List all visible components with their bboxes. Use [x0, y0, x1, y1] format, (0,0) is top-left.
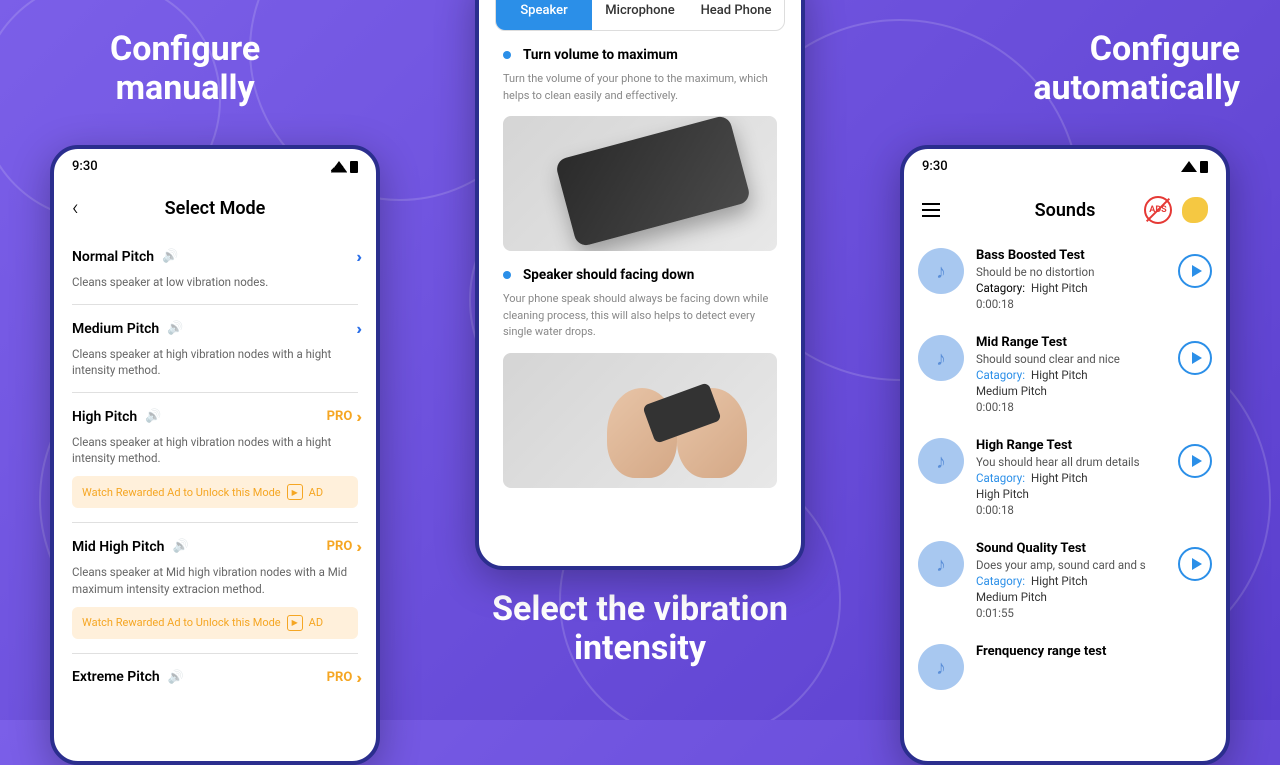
- sound-extra: Medium Pitch: [976, 384, 1166, 398]
- sound-time: 0:00:18: [976, 400, 1166, 414]
- instruction: Speaker should facing down Your phone spe…: [479, 267, 801, 504]
- back-icon[interactable]: ‹: [72, 196, 79, 221]
- status-bar: 9:30: [904, 149, 1226, 184]
- page-title: Sounds: [1035, 200, 1096, 221]
- speaker-icon: 🔊: [162, 249, 178, 264]
- pro-badge: PRO››: [327, 668, 358, 687]
- tab-speaker[interactable]: Speaker: [496, 0, 592, 30]
- sound-time: 0:00:18: [976, 503, 1166, 517]
- sound-item: ♪ High Range Test You should hear all drum…: [918, 426, 1212, 529]
- sound-title: Mid Range Test: [976, 335, 1166, 350]
- tab-head-phone[interactable]: Head Phone: [688, 0, 784, 30]
- sound-category: Catagory:Hight Pitch: [976, 471, 1166, 485]
- speaker-icon: 🔊: [173, 539, 189, 554]
- mode-desc: Cleans speaker at low vibration nodes.: [72, 274, 358, 290]
- music-note-icon: ♪: [918, 438, 964, 484]
- sounds-list: ♪ Bass Boosted Test Should be no distortio…: [904, 236, 1226, 702]
- play-button[interactable]: [1178, 254, 1212, 288]
- mode-item[interactable]: Normal Pitch 🔊 ›› Cleans speaker at low vib…: [72, 233, 358, 305]
- sound-title: Sound Quality Test: [976, 541, 1166, 556]
- speaker-icon: 🔊: [167, 321, 183, 336]
- sound-title: High Range Test: [976, 438, 1166, 453]
- mode-name: Mid High Pitch: [72, 539, 165, 555]
- sound-time: 0:00:18: [976, 297, 1166, 311]
- instruction-desc: Turn the volume of your phone to the max…: [503, 71, 777, 104]
- mode-desc: Cleans speaker at high vibration nodes w…: [72, 434, 358, 466]
- phone-right: 9:30 Sounds ADS ♪ Bass Boosted Test Should…: [900, 145, 1230, 765]
- page-header: Sounds ADS: [904, 184, 1226, 236]
- heading-center: Select the vibration intensity: [480, 590, 800, 668]
- sound-item: ♪ Bass Boosted Test Should be no distortio…: [918, 236, 1212, 323]
- mode-item[interactable]: Mid High Pitch 🔊 PRO›› Cleans speaker at Mi…: [72, 523, 358, 653]
- sound-extra: High Pitch: [976, 487, 1166, 501]
- instruction-title: Turn volume to maximum: [523, 47, 678, 63]
- menu-icon[interactable]: [922, 203, 940, 217]
- instruction-image: [503, 116, 777, 251]
- sound-category: Catagory:Hight Pitch: [976, 281, 1166, 295]
- sound-item: ♪ Mid Range Test Should sound clear and ni…: [918, 323, 1212, 426]
- speaker-icon: 🔊: [168, 670, 184, 685]
- chevron-icon: ››: [356, 247, 358, 266]
- mode-item[interactable]: Medium Pitch 🔊 ›› Cleans speaker at high vi…: [72, 305, 358, 393]
- premium-icon[interactable]: [1182, 197, 1208, 223]
- ad-banner[interactable]: Watch Rewarded Ad to Unlock this Mode▶AD: [72, 607, 358, 639]
- mode-item[interactable]: High Pitch 🔊 PRO›› Cleans speaker at high v…: [72, 393, 358, 523]
- status-icons: [331, 161, 358, 173]
- page-title: Select Mode: [165, 198, 266, 219]
- tab-microphone[interactable]: Microphone: [592, 0, 688, 30]
- bullet-icon: [503, 271, 511, 279]
- phone-center: SpeakerMicrophoneHead Phone Turn volume …: [475, 0, 805, 570]
- mode-desc: Cleans speaker at Mid high vibration nod…: [72, 564, 358, 596]
- instruction: Turn volume to maximum Turn the volume of…: [479, 47, 801, 267]
- play-button[interactable]: [1178, 341, 1212, 375]
- music-note-icon: ♪: [918, 335, 964, 381]
- mode-list: Normal Pitch 🔊 ›› Cleans speaker at low vib…: [54, 233, 376, 701]
- mode-name: Medium Pitch: [72, 321, 159, 337]
- sound-time: 0:01:55: [976, 606, 1166, 620]
- phone-left: 9:30 ‹ Select Mode Normal Pitch 🔊 ›› Cleans…: [50, 145, 380, 765]
- status-time: 9:30: [922, 159, 948, 174]
- mode-desc: Cleans speaker at high vibration nodes w…: [72, 346, 358, 378]
- music-note-icon: ♪: [918, 541, 964, 587]
- music-note-icon: ♪: [918, 248, 964, 294]
- pro-badge: PRO››: [327, 537, 358, 556]
- sound-category: Catagory:Hight Pitch: [976, 574, 1166, 588]
- heading-left: Configure manually: [110, 30, 260, 108]
- sound-subtitle: Does your amp, sound card and s: [976, 558, 1166, 572]
- sound-subtitle: Should be no distortion: [976, 265, 1166, 279]
- bullet-icon: [503, 51, 511, 59]
- instruction-image: [503, 353, 777, 488]
- status-time: 9:30: [72, 159, 98, 174]
- ad-banner[interactable]: Watch Rewarded Ad to Unlock this Mode▶AD: [72, 476, 358, 508]
- sound-category: Catagory:Hight Pitch: [976, 368, 1166, 382]
- sound-subtitle: Should sound clear and nice: [976, 352, 1166, 366]
- play-button[interactable]: [1178, 547, 1212, 581]
- heading-right: Configure automatically: [1033, 30, 1240, 108]
- instruction-desc: Your phone speak should always be facing…: [503, 291, 777, 341]
- mode-name: Extreme Pitch: [72, 669, 160, 685]
- sound-item: ♪ Frenquency range test: [918, 632, 1212, 702]
- mode-item[interactable]: Extreme Pitch 🔊 PRO››: [72, 654, 358, 701]
- mode-name: Normal Pitch: [72, 249, 154, 265]
- instruction-title: Speaker should facing down: [523, 267, 694, 283]
- sound-title: Bass Boosted Test: [976, 248, 1166, 263]
- status-bar: 9:30: [54, 149, 376, 184]
- sound-subtitle: You should hear all drum details: [976, 455, 1166, 469]
- music-note-icon: ♪: [918, 644, 964, 690]
- page-header: ‹ Select Mode: [54, 184, 376, 233]
- sound-title: Frenquency range test: [976, 644, 1212, 659]
- sound-extra: Medium Pitch: [976, 590, 1166, 604]
- play-button[interactable]: [1178, 444, 1212, 478]
- no-ads-icon[interactable]: ADS: [1144, 196, 1172, 224]
- status-icons: [1181, 161, 1208, 173]
- pro-badge: PRO››: [327, 407, 358, 426]
- sound-item: ♪ Sound Quality Test Does your amp, sound …: [918, 529, 1212, 632]
- tabs: SpeakerMicrophoneHead Phone: [495, 0, 785, 31]
- speaker-icon: 🔊: [145, 409, 161, 424]
- chevron-icon: ››: [356, 319, 358, 338]
- instructions: Turn volume to maximum Turn the volume of…: [479, 47, 801, 504]
- mode-name: High Pitch: [72, 409, 137, 425]
